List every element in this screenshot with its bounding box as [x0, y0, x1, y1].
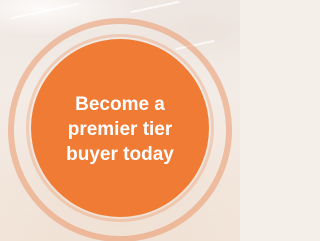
- headline-line-1: Become a: [75, 93, 165, 115]
- background-streak: [130, 0, 180, 14]
- promo-badge[interactable]: Become a premier tier buyer today: [31, 39, 209, 217]
- headline-line-3: buyer today: [66, 143, 174, 165]
- headline-line-2: premier tier: [67, 118, 173, 140]
- background-streak: [10, 2, 80, 20]
- promo-headline: Become a premier tier buyer today: [45, 92, 195, 167]
